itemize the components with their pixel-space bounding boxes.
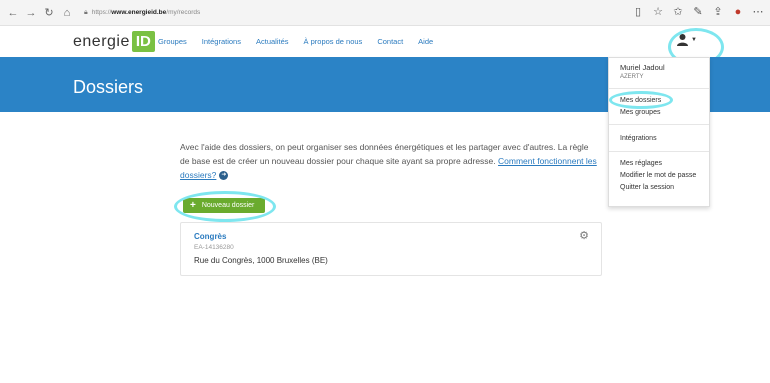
user-dropdown: Muriel Jadoul AZERTY Mes dossiers Mes gr… [608,57,710,207]
user-subtitle: AZERTY [620,74,644,80]
record-title[interactable]: Congrès [194,232,226,241]
gear-icon[interactable]: ⚙ [579,229,589,242]
star-icon[interactable]: ☆ [648,5,668,18]
reader-icon[interactable]: ▯ [628,5,648,18]
address-bar[interactable]: 🔒︎ https://www.energieid.be/my/records [84,9,200,17]
nav-link-a-propos[interactable]: À propos de nous [304,37,363,46]
menu-item-integrations[interactable]: Intégrations [620,135,657,142]
dropdown-divider [609,124,709,125]
refresh-icon[interactable]: ↻ [40,6,58,19]
nav-link-integrations[interactable]: Intégrations [202,37,241,46]
logo-box: ID [131,31,155,52]
forward-icon[interactable]: → [22,7,40,19]
record-card[interactable]: Congrès EA-14136280 Rue du Congrès, 1000… [180,222,602,276]
nav-link-actualites[interactable]: Actualités [256,37,289,46]
nav-link-groupes[interactable]: Groupes [158,37,187,46]
url-prefix: https:// [91,9,112,16]
intro-text: Avec l'aide des dossiers, on peut organi… [180,140,600,182]
menu-item-mes-groupes[interactable]: Mes groupes [620,109,660,116]
new-button-highlight [174,191,276,222]
site-header: energie ID Groupes Intégrations Actualit… [0,27,770,57]
menu-item-mes-reglages[interactable]: Mes réglages [620,160,662,167]
arrow-right-icon[interactable]: ➜ [219,171,229,181]
logo[interactable]: energie ID [73,31,155,52]
browser-toolbar: ← → ↻ ⌂ 🔒︎ https://www.energieid.be/my/r… [0,0,770,26]
back-icon[interactable]: ← [4,7,22,19]
nav-link-contact[interactable]: Contact [377,37,403,46]
menu-item-modifier-mot-de-passe[interactable]: Modifier le mot de passe [620,172,696,179]
lock-icon: 🔒︎ [84,8,88,16]
logo-text: energie [73,32,130,50]
record-id: EA-14136280 [194,244,234,251]
extension-icon[interactable]: ● [728,6,748,18]
main-nav: Groupes Intégrations Actualités À propos… [158,37,448,46]
page-title: Dossiers [73,77,144,97]
share-icon[interactable]: ⇪ [708,5,728,18]
url-path: /my/records [166,9,201,16]
record-address: Rue du Congrès, 1000 Bruxelles (BE) [194,256,328,265]
mes-dossiers-highlight [609,91,673,109]
nav-link-aide[interactable]: Aide [418,37,433,46]
more-icon[interactable]: ⋯ [748,5,768,18]
home-icon[interactable]: ⌂ [58,7,76,19]
favorites-icon[interactable]: ✩ [668,5,688,18]
dropdown-divider [609,88,709,89]
menu-item-quitter-session[interactable]: Quitter la session [620,184,674,191]
dropdown-divider [609,151,709,152]
pen-icon[interactable]: ✎ [688,5,708,18]
url-host: www.energieid.be [111,9,167,16]
user-name: Muriel Jadoul [620,63,665,72]
